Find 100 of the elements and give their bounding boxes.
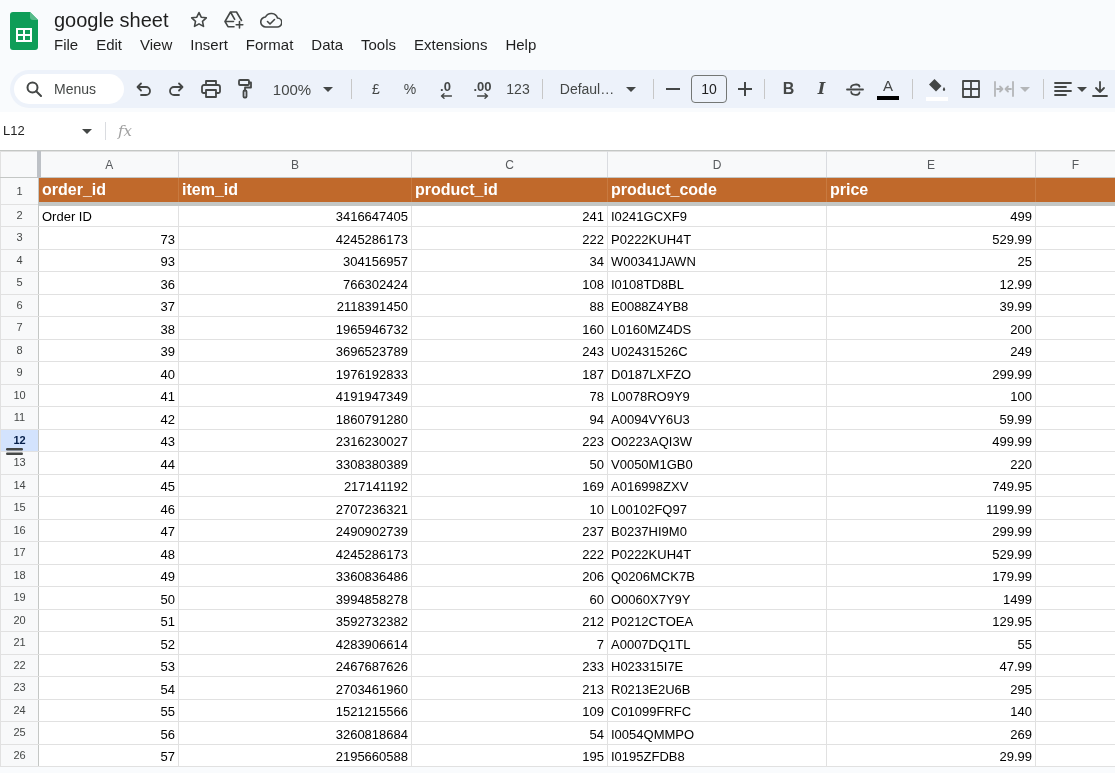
row-header[interactable]: 18 — [0, 564, 39, 587]
table-cell[interactable]: 3360836486 — [178, 564, 412, 587]
table-cell[interactable]: I0195ZFDB8 — [607, 744, 827, 767]
table-cell[interactable]: 3260818684 — [178, 721, 412, 744]
triangle-plus-icon[interactable] — [223, 11, 244, 29]
table-cell[interactable]: 2703461960 — [178, 676, 412, 699]
menu-item[interactable]: Tools — [352, 35, 406, 55]
row-header[interactable]: 12 — [0, 429, 39, 452]
table-cell[interactable]: 108 — [411, 271, 608, 294]
row-header[interactable]: 26 — [0, 744, 39, 767]
table-cell[interactable]: 40 — [38, 361, 179, 384]
table-cell[interactable]: 499 — [826, 204, 1036, 227]
menu-item[interactable]: View — [131, 35, 182, 55]
name-box[interactable]: L12 — [0, 119, 100, 143]
table-cell[interactable]: 1965946732 — [178, 316, 412, 339]
bold-button[interactable]: B — [772, 74, 805, 104]
spreadsheet-logo-icon[interactable] — [10, 12, 38, 50]
table-cell[interactable]: 2467687626 — [178, 654, 412, 677]
table-cell[interactable]: 223 — [411, 429, 608, 452]
table-cell[interactable]: C01099FRFC — [607, 699, 827, 722]
table-cell[interactable]: 52 — [38, 631, 179, 654]
number-format-button[interactable]: 123 — [501, 74, 535, 104]
row-header[interactable]: 19 — [0, 586, 39, 609]
table-cell[interactable]: I0108TD8BL — [607, 271, 827, 294]
number-format-button[interactable]: £ — [359, 74, 393, 104]
table-cell[interactable]: 243 — [411, 339, 608, 362]
row-header[interactable]: 5 — [0, 271, 39, 294]
table-cell[interactable]: 169 — [411, 474, 608, 497]
font-size-field[interactable]: 10 — [691, 75, 727, 103]
menu-item[interactable]: Data — [302, 35, 352, 55]
table-cell[interactable]: 47 — [38, 519, 179, 542]
table-cell[interactable]: 304156957 — [178, 249, 412, 272]
table-cell[interactable]: 34 — [411, 249, 608, 272]
table-cell[interactable]: I0054QMMPO — [607, 721, 827, 744]
menu-item[interactable]: File — [45, 35, 88, 55]
table-cell[interactable]: 49 — [38, 564, 179, 587]
table-cell[interactable]: W00341JAWN — [607, 249, 827, 272]
table-cell[interactable]: 179.99 — [826, 564, 1036, 587]
table-cell[interactable]: 55 — [38, 699, 179, 722]
column-header[interactable]: F — [1035, 151, 1115, 178]
table-cell[interactable]: 499.99 — [826, 429, 1036, 452]
table-cell[interactable]: 41 — [38, 384, 179, 407]
row-header[interactable]: 14 — [0, 474, 39, 497]
table-cell[interactable]: 160 — [411, 316, 608, 339]
table-cell[interactable]: 299.99 — [826, 519, 1036, 542]
row-header[interactable]: 7 — [0, 316, 39, 339]
table-cell[interactable]: 48 — [38, 541, 179, 564]
header-cell[interactable]: item_id — [178, 177, 412, 204]
row-header[interactable]: 16 — [0, 519, 39, 542]
table-cell[interactable]: L0160MZ4DS — [607, 316, 827, 339]
table-cell[interactable]: 10 — [411, 496, 608, 519]
zoom-dropdown[interactable]: 100% — [262, 74, 344, 104]
table-cell[interactable]: I0241GCXF9 — [607, 204, 827, 227]
header-cell[interactable]: product_id — [411, 177, 608, 204]
table-cell[interactable]: H023315I7E — [607, 654, 827, 677]
row-header[interactable]: 20 — [0, 609, 39, 632]
table-cell[interactable]: 213 — [411, 676, 608, 699]
header-cell[interactable] — [1035, 177, 1115, 204]
table-cell[interactable]: 2707236321 — [178, 496, 412, 519]
table-cell[interactable]: 4245286173 — [178, 226, 412, 249]
column-header[interactable]: B — [178, 151, 412, 178]
table-cell[interactable]: 42 — [38, 406, 179, 429]
table-cell[interactable]: 94 — [411, 406, 608, 429]
table-cell[interactable]: L0078RO9Y9 — [607, 384, 827, 407]
italic-button[interactable]: I — [805, 74, 838, 104]
number-format-button[interactable]: .00 — [464, 74, 501, 104]
row-header[interactable]: 6 — [0, 294, 39, 317]
table-cell[interactable]: E0088Z4YB8 — [607, 294, 827, 317]
table-cell[interactable]: 237 — [411, 519, 608, 542]
table-cell[interactable]: 55 — [826, 631, 1036, 654]
row-header[interactable]: 2 — [0, 204, 39, 227]
table-cell[interactable]: 4245286173 — [178, 541, 412, 564]
table-cell[interactable]: 57 — [38, 744, 179, 767]
row-header[interactable]: 24 — [0, 699, 39, 722]
table-cell[interactable]: 249 — [826, 339, 1036, 362]
table-cell[interactable]: Order ID — [38, 204, 179, 227]
table-cell[interactable]: 3592732382 — [178, 609, 412, 632]
table-cell[interactable]: Q0206MCK7B — [607, 564, 827, 587]
row-header[interactable]: 4 — [0, 249, 39, 272]
table-cell[interactable]: 529.99 — [826, 541, 1036, 564]
table-cell[interactable]: B0237HI9M0 — [607, 519, 827, 542]
row-header[interactable]: 1 — [0, 177, 39, 204]
table-cell[interactable]: 56 — [38, 721, 179, 744]
table-cell[interactable]: 4191947349 — [178, 384, 412, 407]
table-cell[interactable]: 2118391450 — [178, 294, 412, 317]
table-cell[interactable]: 2195660588 — [178, 744, 412, 767]
table-cell[interactable]: 50 — [38, 586, 179, 609]
table-cell[interactable]: 50 — [411, 451, 608, 474]
table-cell[interactable]: 53 — [38, 654, 179, 677]
number-format-button[interactable]: .0 — [427, 74, 464, 104]
table-cell[interactable]: 88 — [411, 294, 608, 317]
header-cell[interactable]: order_id — [38, 177, 179, 204]
column-header[interactable]: C — [411, 151, 608, 178]
column-header[interactable]: E — [826, 151, 1036, 178]
table-cell[interactable]: 1860791280 — [178, 406, 412, 429]
table-cell[interactable]: 200 — [826, 316, 1036, 339]
table-cell[interactable]: 46 — [38, 496, 179, 519]
table-cell[interactable]: 241 — [411, 204, 608, 227]
table-cell[interactable]: 43 — [38, 429, 179, 452]
table-cell[interactable]: 73 — [38, 226, 179, 249]
